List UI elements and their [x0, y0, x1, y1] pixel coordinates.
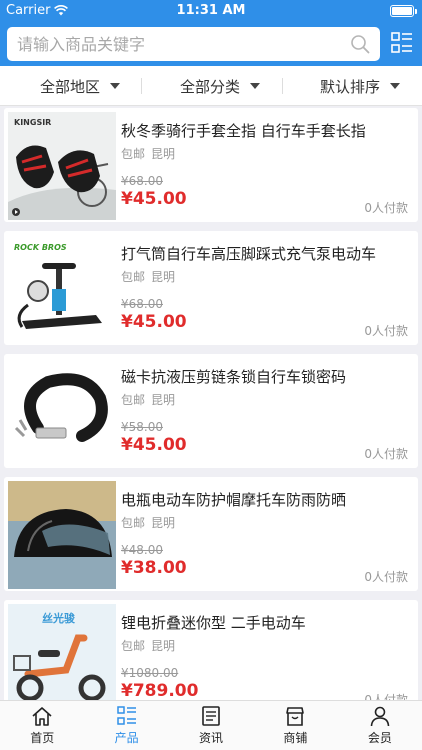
- product-card-gloves[interactable]: KINGSIR 秋冬季骑行手套全指 自行车手套长指 包邮 昆明 ¥68.00 ¥4…: [4, 108, 418, 222]
- filter-sort[interactable]: 默认排序: [320, 66, 401, 106]
- original-price: ¥58.00: [121, 420, 163, 434]
- product-card-pump[interactable]: ROCK BROS 打气筒自行车高压脚踩式充气泵电动车 包邮 昆明 ¥68.00 …: [4, 231, 418, 345]
- product-image-gloves[interactable]: KINGSIR: [8, 112, 116, 220]
- status-bar: Carrier 11:31 AM: [0, 0, 422, 22]
- divider: [141, 78, 142, 94]
- caret-down-icon: [110, 83, 121, 89]
- product-title[interactable]: 秋冬季骑行手套全指 自行车手套长指: [121, 120, 366, 141]
- tab-products-label: 产品: [114, 731, 139, 745]
- tab-member-label: 会员: [367, 731, 392, 745]
- category-menu-icon[interactable]: [391, 31, 413, 55]
- clock: 11:31 AM: [176, 3, 246, 18]
- search-header: [0, 22, 422, 66]
- product-title[interactable]: 磁卡抗液压剪链条锁自行车锁密码: [121, 366, 346, 387]
- sold-count: 0人付款: [364, 447, 408, 461]
- tab-store-label: 商铺: [283, 731, 308, 745]
- product-tags: 包邮 昆明: [121, 514, 181, 531]
- product-title[interactable]: 锂电折叠迷你型 二手电动车: [121, 612, 306, 633]
- tab-news-label: 资讯: [199, 731, 224, 745]
- search-box[interactable]: [7, 27, 380, 61]
- original-price: ¥68.00: [121, 174, 163, 188]
- tag-shipping: 包邮: [121, 147, 146, 161]
- sold-count: 0人付款: [364, 570, 408, 584]
- sale-price: ¥789.00: [121, 681, 199, 701]
- filter-bar: 全部地区 全部分类 默认排序: [0, 66, 422, 106]
- brand-logo-text: ROCK BROS: [14, 243, 67, 252]
- product-list-icon: [116, 706, 136, 725]
- tab-home-label: 首页: [30, 731, 55, 745]
- product-image-pump[interactable]: ROCK BROS: [8, 235, 116, 343]
- news-icon: [202, 706, 220, 726]
- tag-shipping: 包邮: [121, 639, 146, 653]
- brand-logo-text: KINGSIR: [14, 118, 52, 127]
- product-title[interactable]: 打气筒自行车高压脚踩式充气泵电动车: [121, 243, 376, 264]
- search-input[interactable]: [17, 27, 337, 61]
- filter-category-label: 全部分类: [180, 77, 241, 96]
- tab-news[interactable]: 资讯: [169, 701, 253, 750]
- sale-price: ¥38.00: [121, 558, 187, 578]
- filter-category[interactable]: 全部分类: [180, 66, 261, 106]
- product-tags: 包邮 昆明: [121, 637, 181, 654]
- original-price: ¥68.00: [121, 297, 163, 311]
- brand-logo-text: 丝光骏: [42, 612, 75, 625]
- caret-down-icon: [390, 83, 401, 89]
- tab-member[interactable]: 会员: [338, 701, 422, 750]
- tab-home[interactable]: 首页: [0, 701, 84, 750]
- product-tags: 包邮 昆明: [121, 391, 181, 408]
- tag-location: 昆明: [151, 516, 176, 530]
- product-card-scooter[interactable]: 丝光骏 锂电折叠迷你型 二手电动车 包邮 昆明 ¥1080.00 ¥789.00 …: [4, 600, 418, 714]
- product-image-helmet[interactable]: [8, 481, 116, 589]
- tag-location: 昆明: [151, 270, 176, 284]
- original-price: ¥1080.00: [121, 666, 179, 680]
- product-card-helmet[interactable]: 电瓶电动车防护帽摩托车防雨防晒 包邮 昆明 ¥48.00 ¥38.00 0人付款: [4, 477, 418, 591]
- product-title[interactable]: 电瓶电动车防护帽摩托车防雨防晒: [121, 489, 346, 510]
- home-icon: [32, 707, 52, 726]
- sale-price: ¥45.00: [121, 312, 187, 332]
- tab-store[interactable]: 商铺: [253, 701, 337, 750]
- bottom-tab-bar: 首页 产品 资讯 商铺 会员: [0, 700, 422, 750]
- tag-location: 昆明: [151, 147, 176, 161]
- product-card-lock[interactable]: 磁卡抗液压剪链条锁自行车锁密码 包邮 昆明 ¥58.00 ¥45.00 0人付款: [4, 354, 418, 468]
- tab-products[interactable]: 产品: [84, 701, 168, 750]
- sale-price: ¥45.00: [121, 435, 187, 455]
- product-image-lock[interactable]: [8, 358, 116, 466]
- tag-location: 昆明: [151, 639, 176, 653]
- filter-sort-label: 默认排序: [320, 77, 381, 96]
- divider: [282, 78, 283, 94]
- product-image-scooter[interactable]: 丝光骏: [8, 604, 116, 712]
- sold-count: 0人付款: [364, 201, 408, 215]
- original-price: ¥48.00: [121, 543, 163, 557]
- caret-down-icon: [250, 83, 261, 89]
- sale-price: ¥45.00: [121, 189, 187, 209]
- product-tags: 包邮 昆明: [121, 268, 181, 285]
- search-icon[interactable]: [350, 34, 370, 54]
- filter-region-label: 全部地区: [40, 77, 101, 96]
- filter-region[interactable]: 全部地区: [40, 66, 121, 106]
- member-icon: [370, 706, 390, 727]
- tag-location: 昆明: [151, 393, 176, 407]
- sold-count: 0人付款: [364, 324, 408, 338]
- battery-icon: [390, 5, 417, 17]
- tag-shipping: 包邮: [121, 516, 146, 530]
- store-icon: [286, 707, 305, 726]
- product-tags: 包邮 昆明: [121, 145, 181, 162]
- tag-shipping: 包邮: [121, 270, 146, 284]
- tag-shipping: 包邮: [121, 393, 146, 407]
